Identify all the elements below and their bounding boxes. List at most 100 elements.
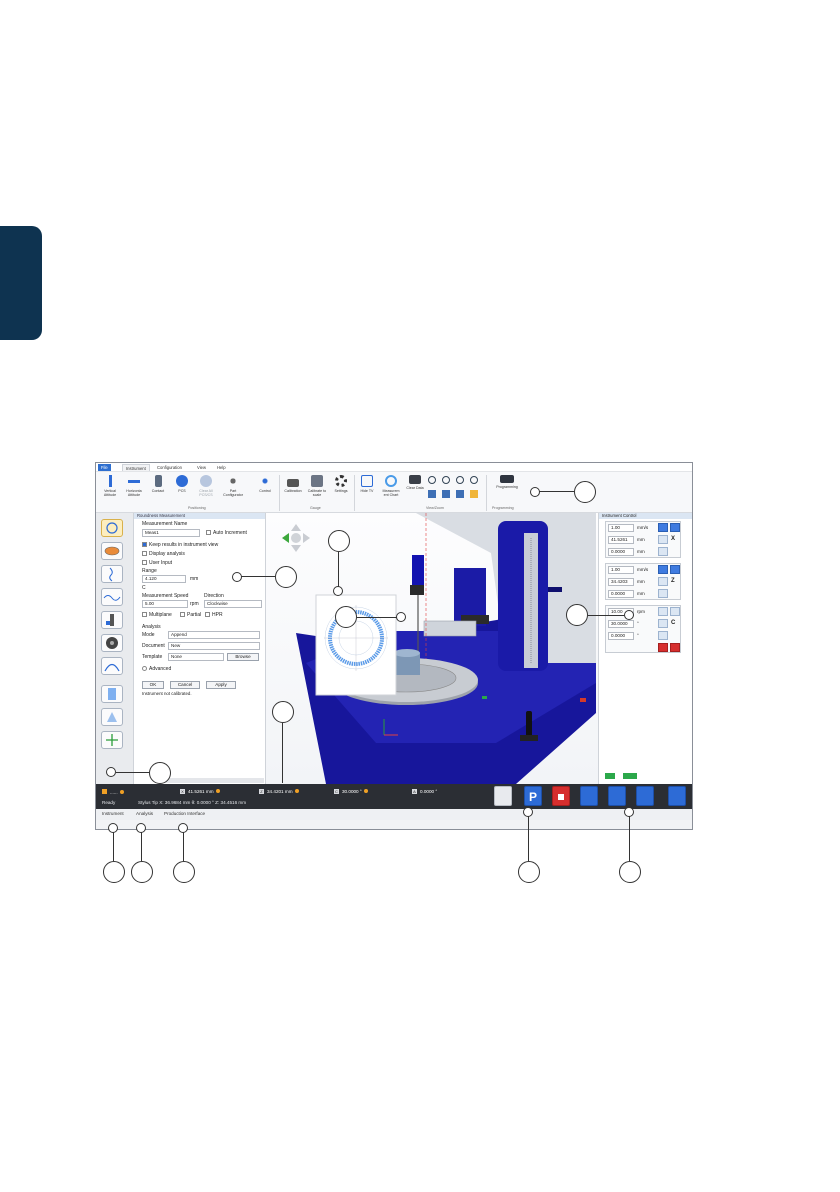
horizontal-attitude-button[interactable]: Horizonta Attitude xyxy=(123,475,145,503)
probe-tool-button[interactable] xyxy=(101,611,123,629)
view-iso-icon[interactable] xyxy=(470,490,478,498)
apply-button[interactable]: Apply xyxy=(206,681,236,689)
user-input-checkbox[interactable]: User Input xyxy=(142,560,172,566)
view-front-icon[interactable] xyxy=(428,490,436,498)
calibration-button[interactable]: Calibration xyxy=(282,475,304,503)
arc-tool-button[interactable] xyxy=(101,657,123,675)
zoom-window-icon[interactable] xyxy=(470,476,478,484)
mode-select[interactable]: Append xyxy=(168,631,260,639)
contact-button[interactable]: Contact xyxy=(147,475,169,503)
stop-button[interactable] xyxy=(552,786,570,806)
c-position-input[interactable]: 30.0000 xyxy=(608,620,634,628)
3d-instrument-viewport[interactable] xyxy=(266,513,598,784)
c-rotate-cw-button[interactable] xyxy=(670,607,680,616)
part-tool-button[interactable] xyxy=(101,708,123,726)
x-position-input[interactable]: 41.5261 xyxy=(608,536,634,544)
speed-select[interactable]: 5.00 xyxy=(142,600,188,608)
auto-increment-checkbox[interactable]: Auto Increment xyxy=(206,530,247,536)
z-position-input[interactable]: 34.4203 xyxy=(608,578,634,586)
z-move-to-button[interactable] xyxy=(658,577,668,586)
zoom-out-icon[interactable] xyxy=(456,476,464,484)
cylinder-tool-button[interactable] xyxy=(101,685,123,703)
direction-select[interactable]: Clockwise xyxy=(204,600,262,608)
display-analysis-checkbox[interactable]: Display analysis xyxy=(142,551,185,557)
x-move-to-button[interactable] xyxy=(658,535,668,544)
measurement-name-input[interactable]: Meas1 xyxy=(142,529,200,537)
browse-button[interactable]: Browse xyxy=(227,653,259,661)
keep-results-checkbox[interactable]: Keep results in instrument view xyxy=(142,542,218,548)
document-select[interactable]: New xyxy=(168,642,260,650)
menu-help[interactable]: Help xyxy=(214,464,229,471)
x-offset-input[interactable]: 0.0000 xyxy=(608,548,634,556)
multiplane-checkbox[interactable]: Multiplane xyxy=(142,612,172,618)
straightness-x-tool-button[interactable] xyxy=(101,588,123,606)
nav-up-arrow-icon[interactable] xyxy=(291,524,301,531)
nav-left-arrow-icon[interactable] xyxy=(282,533,289,543)
menu-configuration[interactable]: Configuration xyxy=(154,464,185,471)
settings-button[interactable]: Settings xyxy=(330,475,352,503)
disc-tool-button[interactable] xyxy=(101,634,123,652)
c-rotate-ccw-button[interactable] xyxy=(658,607,668,616)
collapse-right-icon[interactable] xyxy=(623,773,637,779)
roundness-tool-button[interactable] xyxy=(101,519,123,537)
programming-button[interactable]: Programming xyxy=(492,475,522,503)
nav-down-arrow-icon[interactable] xyxy=(291,545,301,552)
c-stop-button[interactable] xyxy=(658,643,668,652)
x-speed-input[interactable]: 1.00 xyxy=(608,524,634,532)
cancel-button[interactable]: Cancel xyxy=(170,681,200,689)
z-jog-down-button[interactable] xyxy=(658,565,668,574)
straightness-z-tool-button[interactable] xyxy=(101,565,123,583)
vertical-attitude-button[interactable]: Vertical Attitude xyxy=(99,475,121,503)
partial-checkbox[interactable]: Partial xyxy=(180,612,201,618)
park-icon: P xyxy=(528,790,537,804)
collapse-left-icon[interactable] xyxy=(605,773,615,779)
zoom-in-icon[interactable] xyxy=(442,476,450,484)
x-jog-right-button[interactable] xyxy=(670,523,680,532)
tab-analysis[interactable]: Analysis xyxy=(136,811,153,816)
park-button[interactable]: P xyxy=(524,786,542,806)
tab-instrument[interactable]: Instrument xyxy=(102,811,124,816)
program-step-2-button[interactable] xyxy=(608,786,626,806)
view-side-icon[interactable] xyxy=(456,490,464,498)
tab-production-interface[interactable]: Production Interface xyxy=(164,811,205,816)
probe-select-button[interactable] xyxy=(494,786,512,806)
x-home-button[interactable] xyxy=(658,547,668,556)
c-move-to-button[interactable] xyxy=(658,619,668,628)
z-home-button[interactable] xyxy=(658,589,668,598)
stop-icon xyxy=(558,794,564,800)
menu-instrument[interactable]: Instrument xyxy=(122,464,150,471)
program-step-1-button[interactable] xyxy=(580,786,598,806)
c-offset-input[interactable]: 0.0000 xyxy=(608,632,634,640)
hpr-checkbox[interactable]: HPR xyxy=(205,612,223,618)
range-select[interactable]: 4.120 xyxy=(142,575,186,583)
c-stop-all-button[interactable] xyxy=(670,643,680,652)
hide-tv-button[interactable]: Hide TV xyxy=(356,475,378,503)
measurement-chart-icon xyxy=(385,475,397,487)
nav-cube-center-icon[interactable] xyxy=(291,533,301,543)
program-close-button[interactable] xyxy=(668,786,686,806)
x-jog-left-button[interactable] xyxy=(658,523,668,532)
c-home-button[interactable] xyxy=(658,631,668,640)
horizontal-scrollbar[interactable] xyxy=(164,778,264,783)
view-top-icon[interactable] xyxy=(442,490,450,498)
z-jog-up-button[interactable] xyxy=(670,565,680,574)
zoom-fit-icon[interactable] xyxy=(428,476,436,484)
menu-file[interactable]: File xyxy=(98,464,111,471)
advanced-expander[interactable]: Advanced xyxy=(142,666,171,672)
coordinate-tool-button[interactable] xyxy=(101,731,123,749)
control-button[interactable]: Control xyxy=(254,475,276,503)
ok-button[interactable]: OK xyxy=(142,681,164,689)
pcs-button[interactable]: PCS xyxy=(171,475,193,503)
program-run-button[interactable] xyxy=(636,786,654,806)
z-offset-input[interactable]: 0.0000 xyxy=(608,590,634,598)
menu-view[interactable]: View xyxy=(194,464,209,471)
z-speed-input[interactable]: 1.00 xyxy=(608,566,634,574)
clear-data-button[interactable]: Clear Data xyxy=(404,475,426,503)
flatness-tool-button[interactable] xyxy=(101,542,123,560)
calibrate-scale-button[interactable]: Calibrate to scale xyxy=(306,475,328,503)
template-select[interactable]: None xyxy=(168,653,224,661)
measurement-chart-button[interactable]: Measurem ent Chart xyxy=(380,475,402,503)
part-configurator-button[interactable]: Part Configurator xyxy=(222,475,244,503)
clear-pcs-button[interactable]: Clear All PCS/CS xyxy=(195,475,217,503)
nav-right-arrow-icon[interactable] xyxy=(303,533,310,543)
